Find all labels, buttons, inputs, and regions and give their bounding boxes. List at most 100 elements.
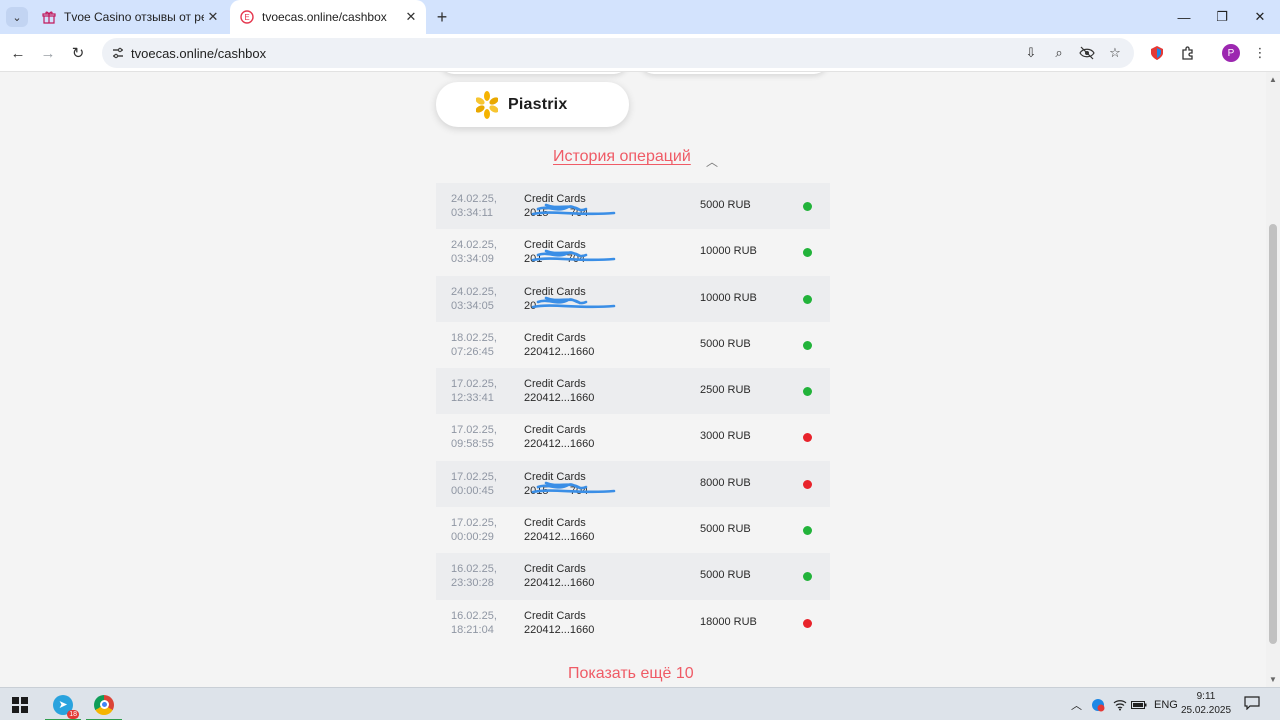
operation-status-dot — [803, 618, 812, 628]
casino-favicon-icon: E — [240, 10, 254, 24]
operation-datetime: 16.02.25, 18:21:04 — [451, 609, 497, 637]
operation-payment-method: Credit Cards 220412...1660 — [524, 423, 594, 451]
operation-method-label: Credit Cards — [524, 331, 586, 344]
operation-method-label: Credit Cards — [524, 517, 586, 530]
payment-option-card-partial[interactable] — [440, 72, 628, 74]
install-app-icon[interactable]: ⇩ — [1022, 44, 1040, 62]
operation-status-dot — [803, 340, 812, 350]
operation-method-label: Credit Cards — [524, 424, 586, 437]
operation-datetime: 17.02.25, 09:58:55 — [451, 423, 497, 451]
operation-datetime: 17.02.25, 00:00:29 — [451, 516, 497, 544]
new-tab-plus-icon[interactable]: + — [432, 7, 452, 27]
wifi-icon[interactable] — [1113, 688, 1127, 720]
extension-shield-icon[interactable] — [1147, 43, 1167, 63]
operation-date: 24.02.25, — [451, 193, 497, 205]
operation-datetime: 24.02.25, 03:34:11 — [451, 192, 497, 220]
operation-payment-method: Credit Cards 220412...1660 — [524, 377, 594, 405]
scroll-down-arrow-icon[interactable]: ▼ — [1269, 675, 1277, 684]
piastrix-payment-button[interactable]: Piastrix — [436, 82, 629, 127]
operation-amount: 3000 RUB — [700, 430, 751, 443]
operation-date: 18.02.25, — [451, 331, 497, 344]
restore-icon[interactable]: ❐ — [1204, 0, 1240, 34]
profile-avatar[interactable]: P — [1222, 44, 1240, 62]
operation-date: 16.02.25, — [451, 563, 497, 576]
operation-row: 24.02.25, 03:34:05 Credit Cards 20 10000 RUB — [436, 275, 830, 322]
operation-amount: 5000 RUB — [700, 569, 751, 582]
windows-start-icon[interactable] — [12, 697, 28, 713]
unread-badge: 18 — [67, 709, 79, 719]
minimize-icon[interactable]: — — [1166, 0, 1202, 34]
back-arrow-icon[interactable]: ← — [6, 41, 30, 65]
piastrix-logo-icon — [476, 90, 498, 119]
scroll-up-arrow-icon[interactable]: ▲ — [1269, 75, 1277, 84]
scrollbar-thumb[interactable] — [1269, 224, 1277, 644]
chevron-up-icon[interactable]: ︿ — [706, 153, 718, 170]
operation-payment-method: Credit Cards 220412...1660 — [524, 609, 594, 637]
show-more-button[interactable]: Показать ещё 10 — [568, 665, 694, 683]
site-settings-icon[interactable] — [110, 45, 126, 61]
bookmark-star-icon[interactable]: ☆ — [1106, 44, 1124, 62]
operation-time: 07:26:45 — [451, 345, 494, 358]
reload-icon[interactable]: ↻ — [66, 41, 90, 65]
url-text: tvoecas.online/cashbox — [131, 46, 267, 61]
operation-time: 00:00:45 — [451, 484, 494, 497]
operations-history-toggle[interactable]: История операций — [553, 148, 691, 166]
page-scrollbar[interactable]: ▲ ▼ — [1266, 72, 1280, 687]
operation-row: 17.02.25, 09:58:55 Credit Cards 220412...16… — [436, 414, 830, 461]
extensions-puzzle-icon[interactable] — [1178, 43, 1198, 63]
show-hidden-icons-chevron-icon[interactable]: ︿ — [1071, 688, 1082, 720]
address-bar[interactable]: tvoecas.online/cashbox ⇩ ⌕ ☆ — [102, 38, 1134, 68]
operation-row: 16.02.25, 18:21:04 Credit Cards 220412...16… — [436, 599, 830, 646]
browser-toolbar: ← → ↻ tvoecas.online/cashbox ⇩ ⌕ ☆ P ⋮ — [0, 34, 1280, 72]
notifications-icon[interactable] — [1244, 696, 1260, 713]
operation-time: 09:58:55 — [451, 438, 494, 451]
tab-reviews[interactable]: Tvoe Casino отзывы от реальных игроков ✕ — [32, 0, 228, 34]
tab-cashbox[interactable]: E tvoecas.online/cashbox ✕ — [230, 0, 426, 34]
clock-date: 25.02.2025 — [1180, 705, 1232, 716]
operation-row: 17.02.25, 00:00:29 Credit Cards 220412...16… — [436, 507, 830, 554]
battery-icon[interactable] — [1131, 688, 1147, 720]
forward-arrow-icon[interactable]: → — [36, 41, 60, 65]
operations-list: 24.02.25, 03:34:11 Credit Cards 2015 704 500… — [436, 183, 830, 646]
operation-row: 18.02.25, 07:26:45 Credit Cards 220412...16… — [436, 321, 830, 369]
operation-status-dot — [803, 433, 812, 443]
tab-search-button[interactable]: ⌄ — [6, 7, 28, 27]
operation-time: 00:00:29 — [451, 531, 494, 544]
payment-option-card-partial[interactable] — [640, 72, 828, 74]
operation-row: 17.02.25, 00:00:45 Credit Cards 2015 704 800… — [436, 460, 830, 508]
more-menu-icon[interactable]: ⋮ — [1250, 43, 1270, 63]
operation-time: 03:34:11 — [451, 207, 494, 219]
telegram-taskbar-button[interactable]: ➤ 18 — [45, 688, 81, 720]
window-close-icon[interactable]: ✕ — [1242, 0, 1278, 34]
operation-method-label: Credit Cards — [524, 378, 586, 391]
telegram-icon: ➤ 18 — [53, 694, 79, 719]
operation-datetime: 17.02.25, 00:00:45 — [451, 470, 497, 498]
input-language-indicator[interactable]: ENG — [1154, 688, 1178, 720]
operation-row: 24.02.25, 03:34:09 Credit Cards 201 704 1000… — [436, 229, 830, 276]
zoom-icon[interactable]: ⌕ — [1050, 44, 1068, 62]
close-tab-icon[interactable]: ✕ — [402, 8, 420, 26]
operation-card-number: 220412...1660 — [524, 438, 595, 451]
operation-datetime: 16.02.25, 23:30:28 — [451, 562, 497, 590]
operation-time: 12:33:41 — [451, 392, 494, 405]
chrome-taskbar-button[interactable] — [86, 688, 122, 720]
operation-amount: 5000 RUB — [700, 199, 751, 211]
operation-method-label: Credit Cards — [524, 563, 586, 576]
system-clock[interactable]: 9:11 25.02.2025 — [1176, 690, 1236, 718]
operation-date: 17.02.25, — [451, 378, 497, 391]
operation-amount: 5000 RUB — [700, 523, 751, 536]
tracking-protection-eye-icon[interactable] — [1078, 44, 1096, 62]
operation-amount: 2500 RUB — [700, 384, 751, 397]
operation-amount: 10000 RUB — [700, 291, 757, 304]
tab-title: Tvoe Casino отзывы от реальных игроков — [64, 10, 204, 24]
antivirus-tray-icon[interactable] — [1091, 688, 1105, 720]
operation-datetime: 18.02.25, 07:26:45 — [451, 331, 497, 359]
operation-amount: 10000 RUB — [700, 245, 757, 258]
operation-card-number: 220412...1660 — [524, 392, 595, 405]
operation-status-dot — [803, 248, 812, 258]
operation-status-dot — [803, 479, 812, 489]
operation-time: 03:34:05 — [451, 299, 494, 312]
redaction-scribble — [531, 296, 616, 308]
close-tab-icon[interactable]: ✕ — [204, 8, 222, 26]
operation-date: 17.02.25, — [451, 424, 497, 437]
